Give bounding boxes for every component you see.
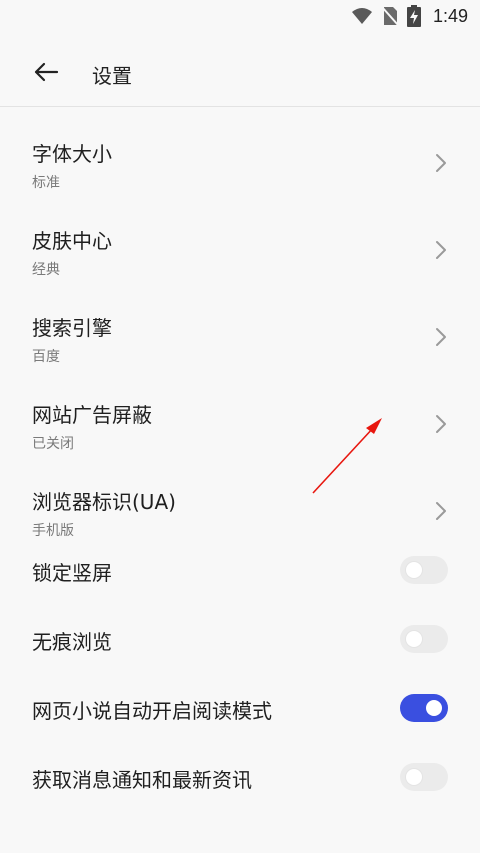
setting-title: 网页小说自动开启阅读模式 bbox=[32, 699, 272, 723]
setting-value: 已关闭 bbox=[32, 436, 74, 452]
switch-knob bbox=[406, 631, 422, 647]
reader-mode-switch[interactable] bbox=[400, 694, 448, 722]
switch-knob bbox=[426, 700, 442, 716]
setting-value: 手机版 bbox=[32, 523, 74, 539]
lock-portrait-switch[interactable] bbox=[400, 556, 448, 584]
setting-value: 百度 bbox=[32, 349, 60, 365]
chevron-right-icon bbox=[436, 328, 446, 346]
setting-title: 浏览器标识(UA) bbox=[32, 490, 176, 514]
chevron-right-icon bbox=[436, 154, 446, 172]
setting-reader-mode: 网页小说自动开启阅读模式 bbox=[0, 681, 480, 750]
status-bar: 1:49 bbox=[0, 0, 480, 32]
wifi-icon bbox=[351, 7, 373, 25]
app-bar: 设置 bbox=[0, 32, 480, 107]
setting-title: 无痕浏览 bbox=[32, 630, 112, 654]
status-time: 1:49 bbox=[432, 5, 468, 26]
setting-title: 锁定竖屏 bbox=[32, 561, 112, 585]
setting-title: 获取消息通知和最新资讯 bbox=[32, 768, 252, 792]
setting-skin-center[interactable]: 皮肤中心 经典 bbox=[0, 195, 480, 282]
setting-title: 搜索引擎 bbox=[32, 316, 112, 340]
no-sim-icon bbox=[381, 6, 399, 26]
switch-knob bbox=[406, 562, 422, 578]
incognito-switch[interactable] bbox=[400, 625, 448, 653]
page-title: 设置 bbox=[92, 64, 132, 88]
notifications-switch[interactable] bbox=[400, 763, 448, 791]
setting-value: 经典 bbox=[32, 262, 60, 278]
setting-user-agent[interactable]: 浏览器标识(UA) 手机版 bbox=[0, 456, 480, 543]
setting-title: 字体大小 bbox=[32, 142, 112, 166]
setting-title: 皮肤中心 bbox=[32, 229, 112, 253]
setting-font-size[interactable]: 字体大小 标准 bbox=[0, 108, 480, 195]
settings-list: 字体大小 标准 皮肤中心 经典 搜索引擎 百度 网站广告屏蔽 已关闭 浏览器标识… bbox=[0, 108, 480, 819]
setting-lock-portrait: 锁定竖屏 bbox=[0, 543, 480, 612]
setting-ad-block[interactable]: 网站广告屏蔽 已关闭 bbox=[0, 369, 480, 456]
setting-incognito: 无痕浏览 bbox=[0, 612, 480, 681]
chevron-right-icon bbox=[436, 241, 446, 259]
arrow-left-icon bbox=[34, 62, 59, 82]
setting-notifications: 获取消息通知和最新资讯 bbox=[0, 750, 480, 819]
setting-value: 标准 bbox=[32, 175, 60, 191]
battery-charging-icon bbox=[406, 5, 421, 27]
chevron-right-icon bbox=[436, 502, 446, 520]
setting-title: 网站广告屏蔽 bbox=[32, 403, 152, 427]
chevron-right-icon bbox=[436, 415, 446, 433]
back-button[interactable] bbox=[28, 54, 64, 90]
switch-knob bbox=[406, 769, 422, 785]
setting-search-engine[interactable]: 搜索引擎 百度 bbox=[0, 282, 480, 369]
